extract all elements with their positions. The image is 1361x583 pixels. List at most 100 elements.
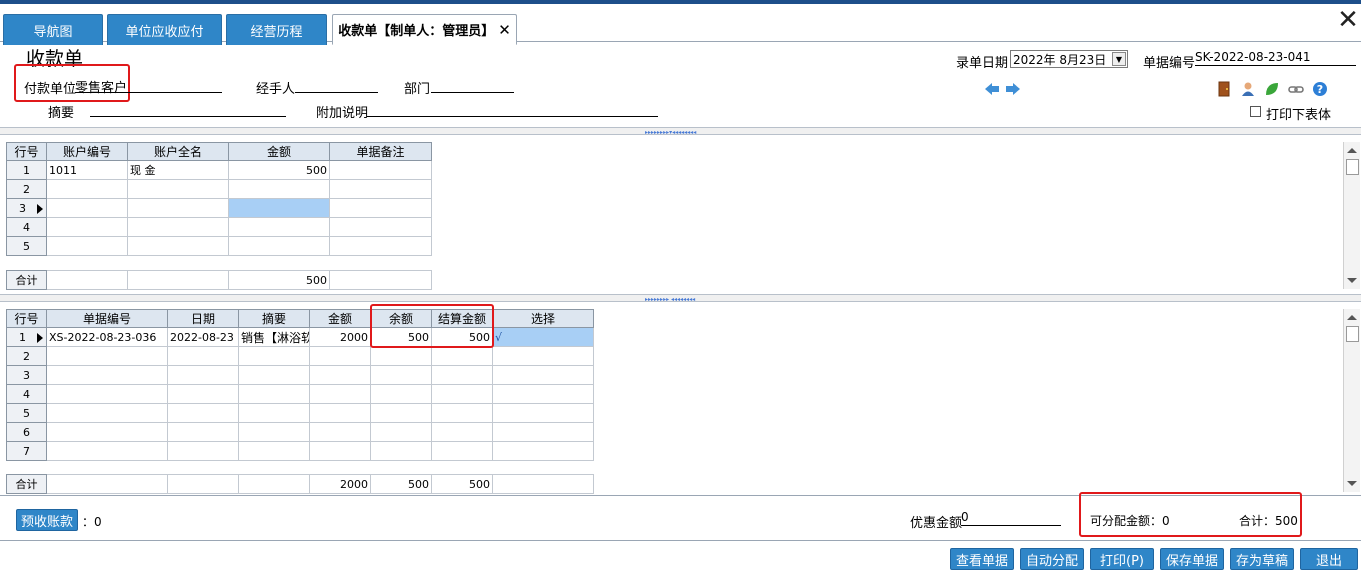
scroll-down-icon[interactable] xyxy=(1347,278,1357,283)
summary-cell[interactable] xyxy=(238,441,310,461)
chevron-down-icon[interactable]: ▼ xyxy=(1112,52,1126,66)
date-cell[interactable] xyxy=(167,346,239,366)
amount-cell[interactable] xyxy=(309,441,371,461)
select-cell[interactable] xyxy=(492,365,594,385)
settle-cell[interactable] xyxy=(431,403,493,423)
exit-button[interactable]: 退出 xyxy=(1300,548,1358,570)
date-cell[interactable] xyxy=(167,384,239,404)
remark-cell[interactable] xyxy=(329,179,432,199)
discount-field[interactable]: 0 xyxy=(961,510,1061,526)
print-lower-checkbox[interactable] xyxy=(1250,106,1261,117)
col-header[interactable]: 单据编号 xyxy=(46,309,168,328)
scroll-thumb[interactable] xyxy=(1346,326,1359,342)
table-row[interactable]: 2 xyxy=(6,179,432,199)
table-row[interactable]: 5 xyxy=(6,403,594,423)
docno-field[interactable]: SK-2022-08-23-041 xyxy=(1195,50,1356,66)
select-cell[interactable] xyxy=(492,346,594,366)
tab-receivables-payables[interactable]: 单位应收应付 xyxy=(107,14,222,45)
save-draft-button[interactable]: 存为草稿 xyxy=(1230,548,1294,570)
summary-cell[interactable] xyxy=(238,346,310,366)
balance-cell[interactable] xyxy=(370,403,432,423)
table-row[interactable]: 7 xyxy=(6,441,594,461)
amount-cell[interactable] xyxy=(228,217,330,237)
scroll-down-icon[interactable] xyxy=(1347,481,1357,486)
account-name-cell[interactable] xyxy=(127,217,229,237)
account-code-cell[interactable] xyxy=(46,198,128,218)
date-cell[interactable] xyxy=(167,422,239,442)
col-header[interactable]: 账户全名 xyxy=(127,142,229,161)
table-row[interactable]: 3 xyxy=(6,198,432,218)
amount-cell[interactable] xyxy=(309,403,371,423)
link-icon[interactable] xyxy=(1288,81,1304,97)
settle-cell[interactable] xyxy=(431,384,493,404)
upper-scrollbar[interactable] xyxy=(1343,142,1360,289)
settle-cell[interactable] xyxy=(431,346,493,366)
account-code-cell[interactable]: 1011 xyxy=(46,160,128,180)
amount-cell[interactable] xyxy=(309,365,371,385)
account-code-cell[interactable] xyxy=(46,217,128,237)
col-header[interactable]: 日期 xyxy=(167,309,239,328)
balance-cell[interactable] xyxy=(370,441,432,461)
date-cell[interactable] xyxy=(167,441,239,461)
col-header[interactable]: 选择 xyxy=(492,309,594,328)
close-tab-icon[interactable]: ✕ xyxy=(498,21,511,39)
handler-field[interactable] xyxy=(295,77,378,93)
date-select[interactable]: 2022年 8月23日 ▼ xyxy=(1010,50,1128,68)
settle-cell[interactable] xyxy=(431,441,493,461)
account-name-cell[interactable] xyxy=(127,198,229,218)
prepaid-button[interactable]: 预收账款 xyxy=(16,509,78,531)
select-cell[interactable] xyxy=(492,441,594,461)
date-cell[interactable] xyxy=(167,403,239,423)
door-icon[interactable] xyxy=(1216,81,1232,97)
docno-cell[interactable]: XS-2022-08-23-036 xyxy=(46,327,168,347)
col-header[interactable]: 账户编号 xyxy=(46,142,128,161)
docno-cell[interactable] xyxy=(46,422,168,442)
account-name-cell[interactable]: 现 金 xyxy=(127,160,229,180)
close-window-icon[interactable]: ✕ xyxy=(1337,7,1359,35)
tab-navigation[interactable]: 导航图 xyxy=(3,14,103,45)
help-icon[interactable]: ? xyxy=(1312,81,1328,97)
balance-cell[interactable] xyxy=(370,346,432,366)
table-row[interactable]: 1 1011 现 金 500 xyxy=(6,160,432,180)
amount-cell[interactable] xyxy=(228,236,330,256)
tab-receipt[interactable]: 收款单【制单人：管理员】 ✕ xyxy=(332,14,517,45)
docno-cell[interactable] xyxy=(46,403,168,423)
balance-cell[interactable] xyxy=(370,365,432,385)
settle-cell[interactable] xyxy=(431,365,493,385)
save-document-button[interactable]: 保存单据 xyxy=(1160,548,1224,570)
remark-cell[interactable] xyxy=(329,160,432,180)
summary-cell[interactable] xyxy=(238,384,310,404)
col-header[interactable]: 行号 xyxy=(6,309,47,328)
col-header[interactable]: 金额 xyxy=(309,309,371,328)
arrow-right-icon[interactable] xyxy=(1005,81,1021,97)
arrow-left-icon[interactable] xyxy=(984,81,1000,97)
auto-allocate-button[interactable]: 自动分配 xyxy=(1020,548,1084,570)
table-row[interactable]: 2 xyxy=(6,346,594,366)
summary-cell[interactable] xyxy=(238,403,310,423)
splitter-grip-icon[interactable]: ▸▸▸▸▸▸▸▸▾◂◂◂◂◂◂◂◂ xyxy=(645,129,696,136)
col-header[interactable]: 摘要 xyxy=(238,309,310,328)
note-field[interactable] xyxy=(367,101,658,117)
docno-cell[interactable] xyxy=(46,346,168,366)
user-icon[interactable] xyxy=(1240,81,1256,97)
amount-cell[interactable] xyxy=(309,384,371,404)
col-header[interactable]: 金额 xyxy=(228,142,330,161)
table-row[interactable]: 1 XS-2022-08-23-036 2022-08-23 销售【淋浴软 20… xyxy=(6,327,594,347)
summary-field[interactable] xyxy=(90,101,286,117)
summary-cell[interactable]: 销售【淋浴软 xyxy=(238,327,310,347)
summary-cell[interactable] xyxy=(238,365,310,385)
amount-cell[interactable] xyxy=(309,422,371,442)
account-code-cell[interactable] xyxy=(46,179,128,199)
tab-history[interactable]: 经营历程 xyxy=(226,14,327,45)
leaf-icon[interactable] xyxy=(1264,81,1280,97)
select-cell[interactable] xyxy=(492,403,594,423)
table-row[interactable]: 5 xyxy=(6,236,432,256)
remark-cell[interactable] xyxy=(329,236,432,256)
account-name-cell[interactable] xyxy=(127,236,229,256)
docno-cell[interactable] xyxy=(46,365,168,385)
account-code-cell[interactable] xyxy=(46,236,128,256)
dept-field[interactable] xyxy=(431,77,514,93)
table-row[interactable]: 6 xyxy=(6,422,594,442)
splitter-grip-icon[interactable]: ▸▸▸▸▸▸▸▸ ◂◂◂◂◂◂◂◂ xyxy=(645,296,695,303)
scroll-up-icon[interactable] xyxy=(1347,315,1357,320)
